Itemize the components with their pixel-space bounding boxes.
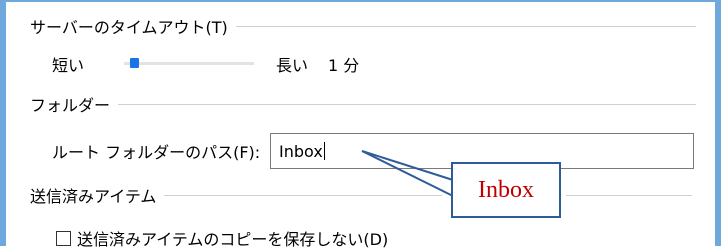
group-divider <box>566 194 692 196</box>
group-divider <box>164 194 442 196</box>
sent-items-rule-right <box>566 183 692 207</box>
slider-track <box>124 62 254 65</box>
sent-items-title: 送信済みアイテム <box>30 187 157 206</box>
group-divider <box>118 103 696 105</box>
root-folder-path-label: ルート フォルダーのパス(F): <box>52 143 261 162</box>
timeout-short-label: 短い <box>52 56 85 75</box>
timeout-slider[interactable] <box>124 58 254 68</box>
text-caret <box>323 142 325 160</box>
folders-group-header: フォルダー <box>30 92 696 116</box>
server-timeout-title: サーバーのタイムアウト(T) <box>30 18 228 37</box>
dont-save-sent-copy-label: 送信済みアイテムのコピーを保存しない(D) <box>77 230 389 249</box>
timeout-value: 1 分 <box>328 56 360 75</box>
group-divider <box>235 25 696 27</box>
server-timeout-group-header: サーバーのタイムアウト(T) <box>30 14 696 38</box>
callout-arrow <box>361 150 454 197</box>
root-folder-path-value: Inbox <box>279 141 323 161</box>
timeout-long-label: 長い <box>276 56 309 75</box>
folders-title: フォルダー <box>30 96 111 115</box>
dont-save-sent-copy-option[interactable]: 送信済みアイテムのコピーを保存しない(D) <box>56 226 388 250</box>
dont-save-sent-copy-checkbox[interactable] <box>56 230 71 246</box>
slider-thumb[interactable] <box>130 58 139 68</box>
callout-text: Inbox <box>478 176 534 203</box>
callout-box: Inbox <box>451 162 561 218</box>
settings-panel: サーバーのタイムアウト(T) 短い 長い 1 分 フォルダー ルート フォルダー… <box>0 0 721 249</box>
sent-items-group-header: 送信済みアイテム <box>30 183 442 207</box>
